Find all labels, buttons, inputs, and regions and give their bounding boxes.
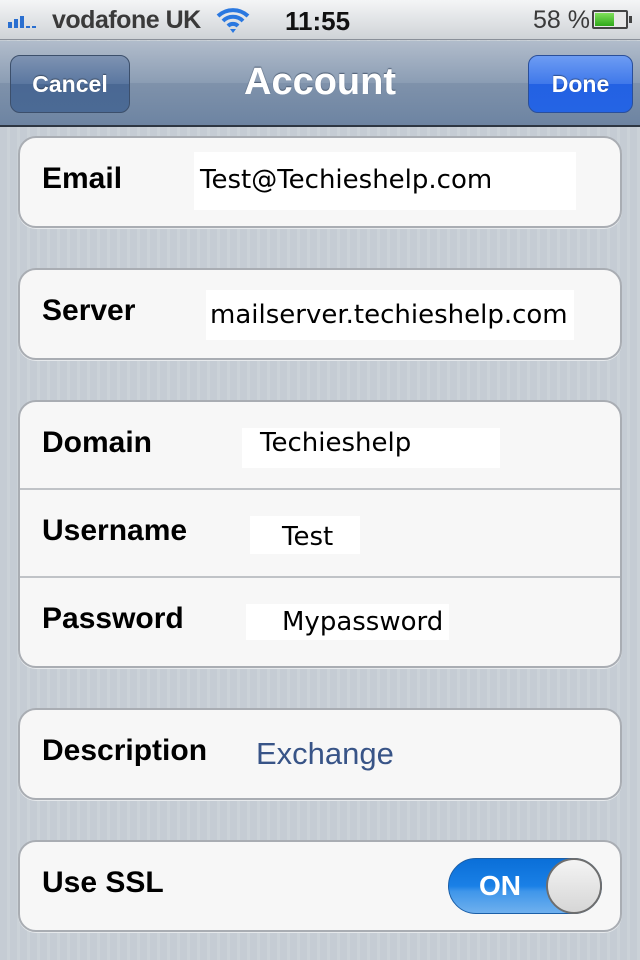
done-button[interactable]: Done: [528, 55, 633, 113]
email-group: Email Test@Techieshelp.com: [18, 136, 622, 228]
navigation-bar: Cancel Account Done: [0, 41, 640, 127]
description-field[interactable]: Exchange: [250, 736, 400, 772]
ssl-label: Use SSL: [42, 866, 164, 899]
username-label: Username: [42, 514, 188, 547]
signal-bars-icon: [8, 12, 36, 28]
battery-icon: [592, 10, 632, 29]
status-bar: vodafone UK 11:55 58 %: [0, 0, 640, 40]
description-group: Description Exchange: [18, 708, 622, 800]
wifi-icon: [216, 6, 250, 41]
username-field[interactable]: Test: [250, 516, 360, 554]
password-label: Password: [42, 602, 184, 635]
battery-percent: 58 %: [533, 6, 590, 34]
domain-field[interactable]: Techieshelp: [242, 428, 500, 468]
domain-label: Domain: [42, 426, 153, 459]
email-row[interactable]: Email Test@Techieshelp.com: [20, 138, 620, 226]
username-row[interactable]: Username Test: [20, 490, 620, 578]
description-label: Description: [42, 734, 208, 767]
domain-row[interactable]: Domain Techieshelp: [20, 402, 620, 490]
ssl-toggle[interactable]: ON: [448, 858, 602, 914]
password-field[interactable]: Mypassword: [246, 604, 450, 640]
server-field[interactable]: mailserver.techieshelp.com: [206, 290, 574, 340]
battery-fill: [595, 13, 614, 26]
email-field[interactable]: Test@Techieshelp.com: [194, 152, 576, 210]
server-label: Server: [42, 294, 136, 327]
credentials-group: Domain Techieshelp Username Test Passwor…: [18, 400, 622, 668]
ssl-group: Use SSL ON: [18, 840, 622, 932]
ssl-row: Use SSL ON: [20, 842, 620, 930]
password-row[interactable]: Password Mypassword: [20, 578, 620, 666]
clock: 11:55: [285, 6, 351, 36]
email-label: Email: [42, 162, 123, 195]
description-row[interactable]: Description Exchange: [20, 710, 620, 798]
server-row[interactable]: Server mailserver.techieshelp.com: [20, 270, 620, 358]
carrier-name: vodafone UK: [52, 6, 201, 34]
server-group: Server mailserver.techieshelp.com: [18, 268, 622, 360]
toggle-state-label: ON: [479, 870, 521, 901]
toggle-knob[interactable]: [546, 858, 602, 914]
